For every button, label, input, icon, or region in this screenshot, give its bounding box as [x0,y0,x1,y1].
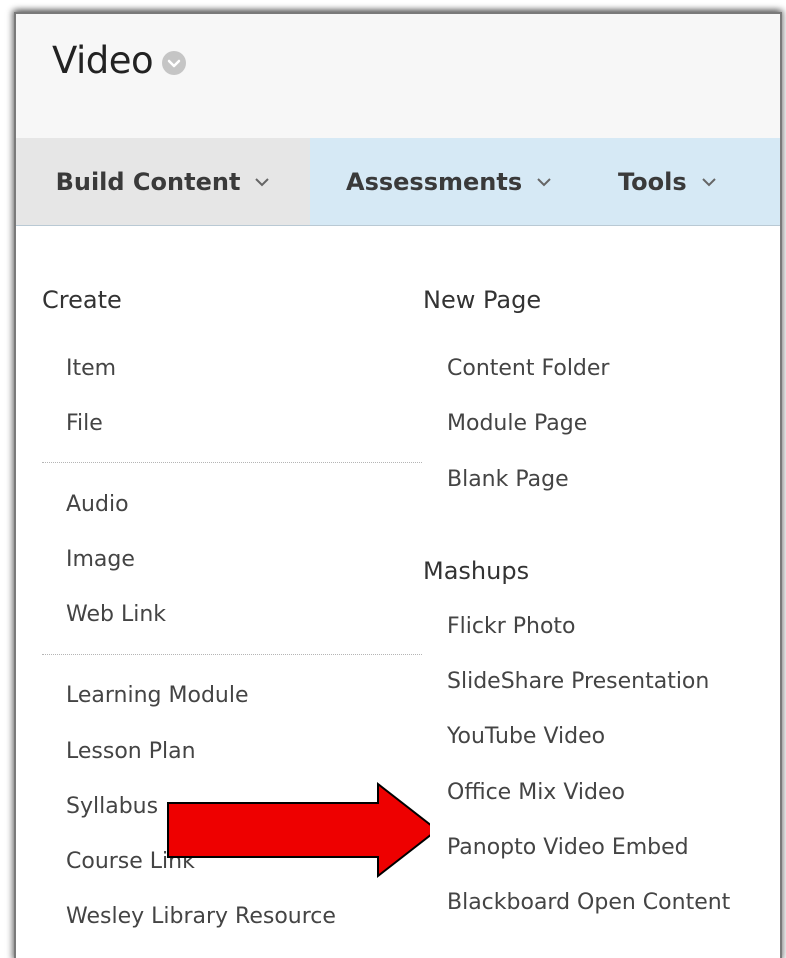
action-bar: Build Content Assessments Tools [16,138,780,226]
menu-item-module-page[interactable]: Module Page [447,411,587,436]
menu-item-flickr-photo[interactable]: Flickr Photo [447,614,576,639]
menu-divider [42,654,422,655]
menu-item-web-link[interactable]: Web Link [66,602,166,627]
menu-item-audio[interactable]: Audio [66,492,129,517]
menu-item-wesley-library-resource[interactable]: Wesley Library Resource [66,904,336,929]
mashups-header: Mashups [423,557,530,585]
title-bar: Video [16,14,780,138]
menu-divider [42,462,422,463]
menu-item-panopto-video-embed[interactable]: Panopto Video Embed [447,835,689,860]
chevron-down-icon [537,177,551,186]
menu-item-item[interactable]: Item [66,356,116,381]
red-arrow-annotation-icon [167,781,430,879]
tab-tools[interactable]: Tools [618,138,717,225]
menu-item-blackboard-open-content[interactable]: Blackboard Open Content [447,890,730,915]
menu-item-blank-page[interactable]: Blank Page [447,467,569,492]
chevron-down-icon [255,177,270,186]
create-header: Create [42,286,122,314]
chevron-down-icon [701,177,716,186]
tab-label: Build Content [55,167,241,196]
tab-label: Assessments [346,167,523,196]
menu-item-slideshare-presentation[interactable]: SlideShare Presentation [447,669,709,694]
menu-item-youtube-video[interactable]: YouTube Video [447,724,605,749]
chevron-circle-icon[interactable] [162,51,186,75]
menu-item-content-folder[interactable]: Content Folder [447,356,609,381]
tab-build-content[interactable]: Build Content [16,138,310,225]
tab-label: Tools [618,167,687,196]
new-page-header: New Page [423,286,542,314]
screenshot-frame: Video Build Content Assessments Tools Cr… [0,0,786,958]
tab-assessments[interactable]: Assessments [346,138,552,225]
menu-item-file[interactable]: File [66,411,103,436]
menu-item-image[interactable]: Image [66,547,135,572]
menu-item-office-mix-video[interactable]: Office Mix Video [447,780,625,805]
page-title: Video [52,39,154,82]
menu-item-syllabus[interactable]: Syllabus [66,794,158,819]
menu-item-lesson-plan[interactable]: Lesson Plan [66,739,196,764]
menu-item-learning-module[interactable]: Learning Module [66,683,249,708]
